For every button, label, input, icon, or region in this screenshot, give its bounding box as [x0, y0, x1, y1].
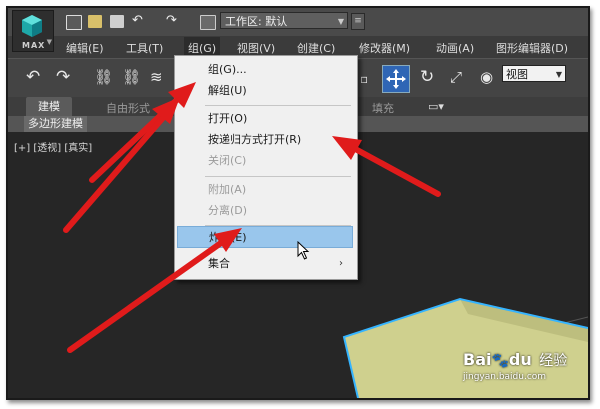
ribbon-options-icon[interactable]: ▭▾: [428, 100, 444, 113]
menu-item-group[interactable]: 组(G)...: [177, 59, 353, 81]
quick-access-bar: ↶ ↷ 工作区: 默认 ▼ ≡: [8, 8, 588, 36]
rotate-icon[interactable]: ↻: [420, 67, 434, 87]
scale-icon[interactable]: ⤢: [450, 67, 462, 87]
menu-views[interactable]: 视图(V): [237, 40, 275, 56]
menu-edit[interactable]: 编辑(E): [66, 40, 104, 56]
menu-animation[interactable]: 动画(A): [436, 40, 474, 56]
application-button[interactable]: MAX ▼: [12, 10, 54, 52]
workspace-label: 工作区: 默认: [225, 15, 288, 28]
menu-item-assembly-label: 集合: [208, 257, 230, 270]
chevron-down-icon: ▼: [555, 70, 562, 79]
max-logo-icon: [22, 15, 42, 37]
chevron-down-icon: ▼: [46, 38, 52, 46]
select-region-icon[interactable]: ▫: [360, 69, 368, 89]
menu-graph-editors[interactable]: 图形编辑器(D): [496, 40, 568, 56]
tab-freeform[interactable]: 自由形式: [106, 100, 150, 116]
view-select-label: 视图: [506, 68, 528, 81]
menu-item-assembly[interactable]: 集合 ›: [177, 253, 353, 275]
watermark-brand: Bai: [463, 350, 492, 369]
watermark-url: jingyan.baidu.com: [463, 372, 547, 382]
tab-polygon-modeling[interactable]: 多边形建模: [24, 116, 87, 132]
new-file-icon[interactable]: [66, 15, 82, 30]
menu-create[interactable]: 创建(C): [297, 40, 335, 56]
redo-icon[interactable]: ↷: [56, 67, 70, 87]
customize-toolbar-icon[interactable]: ≡: [351, 13, 365, 30]
menu-item-ungroup[interactable]: 解组(U): [177, 80, 353, 102]
save-icon[interactable]: [110, 15, 124, 28]
undo-icon[interactable]: ↶: [26, 67, 40, 87]
menu-separator: [205, 176, 351, 177]
menu-item-attach[interactable]: 附加(A): [177, 179, 353, 201]
group-context-menu: 组(G)... 解组(U) 打开(O) 按递归方式打开(R) 关闭(C) 附加(…: [174, 55, 358, 280]
tab-modeling[interactable]: 建模: [26, 97, 72, 116]
baidu-watermark: Bai🐾du 经验 jingyan.baidu.com: [463, 350, 568, 382]
reference-coordinate-dropdown[interactable]: 视图 ▼: [502, 65, 566, 82]
menu-item-explode[interactable]: 炸开(E): [177, 226, 353, 248]
open-folder-icon[interactable]: [88, 15, 102, 28]
tab-populate[interactable]: 填充: [372, 100, 394, 116]
select-and-move-button[interactable]: [382, 65, 410, 93]
select-manipulate-icon[interactable]: ◉: [480, 67, 493, 87]
paw-icon: 🐾: [491, 353, 509, 369]
menu-separator: [205, 105, 351, 106]
redo-icon[interactable]: ↷: [166, 14, 180, 28]
watermark-brand-2: du: [508, 350, 532, 369]
menu-modifiers[interactable]: 修改器(M): [359, 40, 410, 56]
workspace-dropdown[interactable]: 工作区: 默认 ▼: [220, 12, 348, 29]
move-icon: [386, 69, 406, 89]
menu-item-detach[interactable]: 分离(D): [177, 200, 353, 222]
watermark-suffix: 经验: [539, 353, 568, 369]
chevron-right-icon: ›: [339, 258, 343, 269]
link-icon[interactable]: ⛓: [94, 67, 113, 87]
logo-text: MAX: [22, 41, 46, 50]
undo-icon[interactable]: ↶: [132, 14, 146, 28]
menu-tools[interactable]: 工具(T): [126, 40, 163, 56]
menu-item-close[interactable]: 关闭(C): [177, 150, 353, 172]
project-folder-icon[interactable]: [200, 15, 216, 30]
menu-item-open-recursively[interactable]: 按递归方式打开(R): [177, 129, 353, 151]
chevron-down-icon: ▼: [337, 17, 344, 26]
mouse-cursor-icon: [297, 241, 310, 260]
unlink-icon[interactable]: ⛓: [122, 67, 141, 87]
bind-space-warp-icon[interactable]: ≋: [150, 67, 163, 87]
menu-item-open[interactable]: 打开(O): [177, 108, 353, 130]
